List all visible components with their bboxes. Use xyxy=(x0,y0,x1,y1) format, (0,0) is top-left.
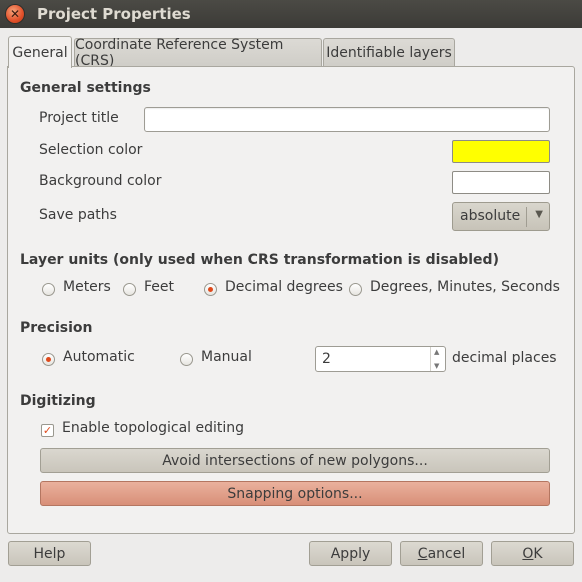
ok-mnemonic: O xyxy=(522,545,534,562)
radio-feet-label: Feet xyxy=(144,279,175,295)
save-paths-label: Save paths xyxy=(39,207,117,223)
cancel-button[interactable]: Cancel xyxy=(400,541,483,566)
tab-crs[interactable]: Coordinate Reference System (CRS) xyxy=(74,37,322,69)
combo-separator xyxy=(526,207,527,227)
ok-label: OK xyxy=(522,546,542,562)
radio-dms[interactable] xyxy=(349,283,362,296)
radio-meters[interactable] xyxy=(42,283,55,296)
background-color-label: Background color xyxy=(39,173,162,189)
decimal-places-value: 2 xyxy=(322,351,331,367)
tab-general[interactable]: General xyxy=(8,36,72,68)
topological-editing-label: Enable topological editing xyxy=(62,420,245,436)
close-icon[interactable]: ✕ xyxy=(6,5,24,23)
spin-up-icon[interactable]: ▲ xyxy=(434,348,439,356)
project-title-input[interactable] xyxy=(144,107,550,132)
window-title: Project Properties xyxy=(37,5,191,23)
cancel-label-rest: ancel xyxy=(427,545,466,562)
ok-label-rest: K xyxy=(533,545,543,562)
tab-identifiable-layers[interactable]: Identifiable layers xyxy=(323,38,455,67)
apply-button[interactable]: Apply xyxy=(309,541,392,566)
radio-automatic-label: Automatic xyxy=(63,349,135,365)
cancel-label: Cancel xyxy=(418,546,465,562)
save-paths-combo[interactable]: absolute ▼ xyxy=(452,202,550,231)
precision-heading: Precision xyxy=(20,320,93,336)
radio-manual[interactable] xyxy=(180,353,193,366)
save-paths-value: absolute xyxy=(460,208,521,224)
title-bar: ✕ Project Properties xyxy=(0,0,582,28)
snapping-options-label: Snapping options... xyxy=(227,485,363,502)
chevron-down-icon: ▼ xyxy=(535,209,543,220)
decimal-places-label: decimal places xyxy=(452,350,557,366)
ok-button[interactable]: OK xyxy=(491,541,574,566)
radio-manual-label: Manual xyxy=(201,349,252,365)
avoid-intersections-label: Avoid intersections of new polygons... xyxy=(162,452,428,469)
radio-dms-label: Degrees, Minutes, Seconds xyxy=(370,279,560,295)
radio-meters-label: Meters xyxy=(63,279,111,295)
spin-down-icon[interactable]: ▼ xyxy=(434,362,439,370)
general-settings-heading: General settings xyxy=(20,80,151,96)
background-color-button[interactable] xyxy=(452,171,550,194)
radio-decimal-degrees-label: Decimal degrees xyxy=(225,279,343,295)
topological-editing-checkbox[interactable]: ✓ xyxy=(41,424,54,437)
radio-feet[interactable] xyxy=(123,283,136,296)
layer-units-heading: Layer units (only used when CRS transfor… xyxy=(20,252,499,268)
project-title-label: Project title xyxy=(39,110,119,126)
spin-buttons: ▲ ▼ xyxy=(430,347,445,371)
apply-label: Apply xyxy=(330,545,371,562)
tab-general-label: General xyxy=(12,44,68,61)
radio-automatic[interactable] xyxy=(42,353,55,366)
decimal-places-spinbox[interactable]: 2 ▲ ▼ xyxy=(315,346,446,372)
avoid-intersections-button[interactable]: Avoid intersections of new polygons... xyxy=(40,448,550,473)
tab-identifiable-layers-label: Identifiable layers xyxy=(326,45,452,61)
digitizing-heading: Digitizing xyxy=(20,393,96,409)
snapping-options-button[interactable]: Snapping options... xyxy=(40,481,550,506)
selection-color-label: Selection color xyxy=(39,142,143,158)
cancel-mnemonic: C xyxy=(417,545,428,562)
help-label: Help xyxy=(33,545,66,562)
selection-color-button[interactable] xyxy=(452,140,550,163)
radio-decimal-degrees[interactable] xyxy=(204,283,217,296)
help-button[interactable]: Help xyxy=(8,541,91,566)
tab-crs-label: Coordinate Reference System (CRS) xyxy=(75,37,284,69)
